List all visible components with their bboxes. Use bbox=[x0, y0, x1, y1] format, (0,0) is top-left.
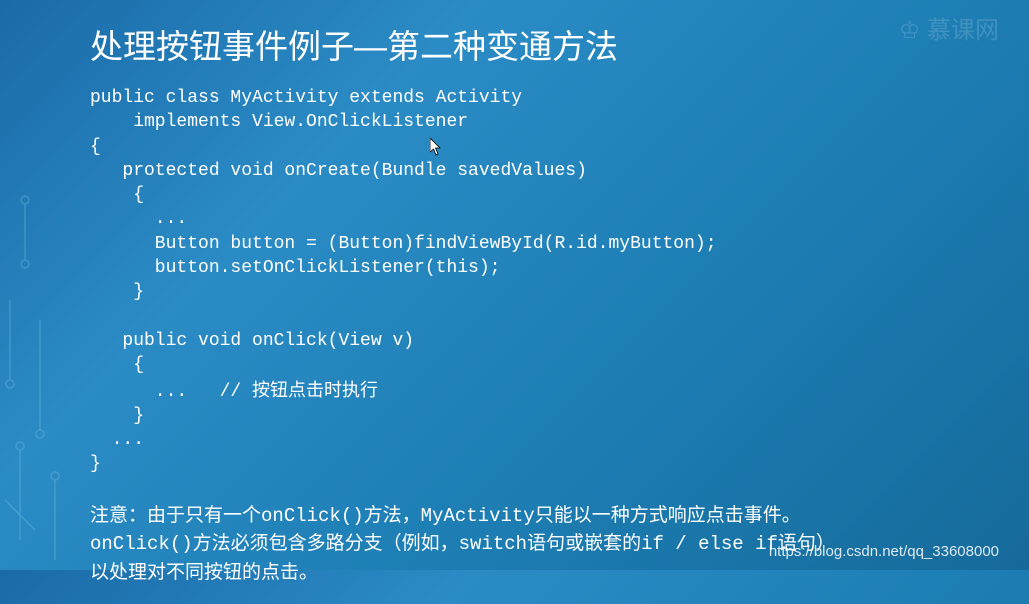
slide-content: 处理按钮事件例子—第二种变通方法 public class MyActivity… bbox=[0, 0, 1029, 604]
note-line-2: onClick()方法必须包含多路分支（例如，switch语句或嵌套的if / … bbox=[90, 530, 939, 559]
slide-title: 处理按钮事件例子—第二种变通方法 bbox=[90, 20, 939, 68]
code-block: public class MyActivity extends Activity… bbox=[90, 86, 939, 477]
note-line-1: 注意：由于只有一个onClick()方法，MyActivity只能以一种方式响应… bbox=[90, 502, 939, 531]
note-block: 注意：由于只有一个onClick()方法，MyActivity只能以一种方式响应… bbox=[90, 502, 939, 587]
note-line-3: 以处理对不同按钮的点击。 bbox=[90, 559, 939, 587]
